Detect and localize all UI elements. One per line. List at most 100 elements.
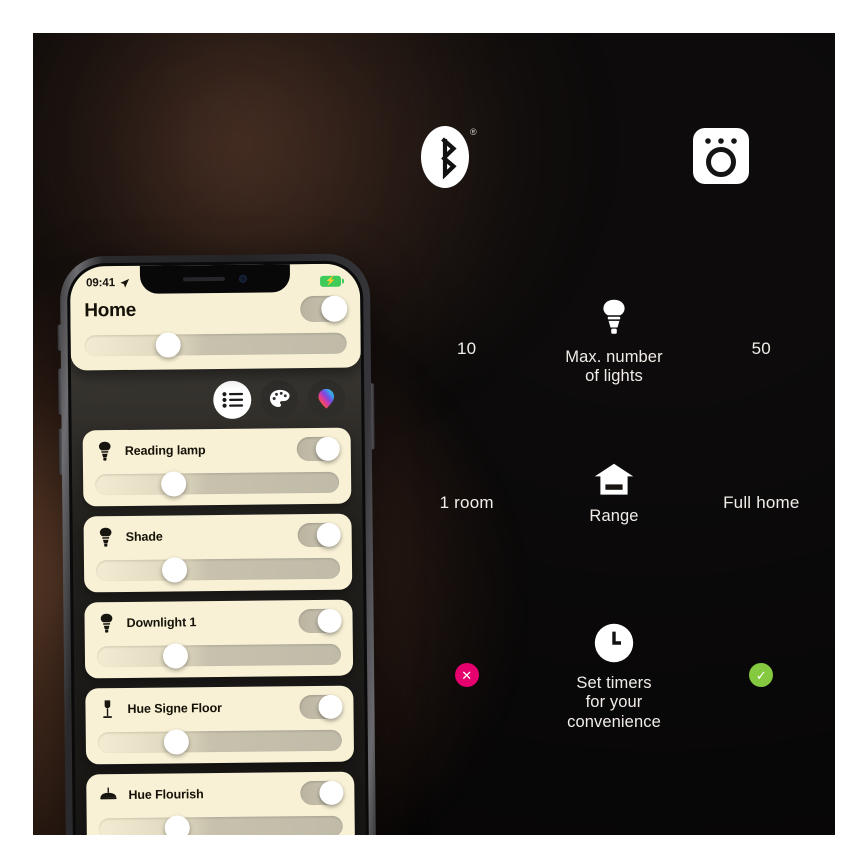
light-brightness-slider[interactable] [98,815,343,835]
cross-icon: ✕ [461,667,473,683]
home-brightness-slider[interactable] [84,332,347,358]
status-bar-time: 09:41 [85,277,116,290]
front-camera-icon [238,274,248,283]
list-item[interactable]: Reading lamp [82,427,352,507]
comparison-left-value-cell: 10 [393,299,540,359]
scene-stage: 09:41 ⚡ Home Reading lamp Shade Downligh… [33,33,835,835]
spot-bulb-icon [96,526,116,548]
toggle-knob [316,522,341,547]
list-item[interactable]: Hue Flourish [86,771,355,835]
light-toggle[interactable] [299,694,343,720]
bluetooth-icon [421,126,469,193]
hue-bridge-icon [693,128,749,189]
check-icon: ✓ [755,667,767,683]
bulb-icon [601,299,627,342]
range-label: Range [589,507,639,525]
clock-icon [594,623,634,668]
status-badge-check: ✓ [749,663,774,687]
comparison-row-range: 1 room Range Full home [393,463,835,526]
comparison-center-cell: Set timers for your convenience [540,623,687,732]
toggle-knob [318,694,343,719]
toggle-knob [315,436,340,461]
light-row-header: Downlight 1 [96,608,342,636]
toggle-knob [321,295,348,322]
comparison-row-max-lights: 10 Max. number of lights 50 [393,299,835,387]
list-item[interactable]: Shade [83,513,353,593]
light-name: Reading lamp [124,443,206,458]
comparison-center-cell: Range [540,463,687,526]
smartphone-mockup: 09:41 ⚡ Home Reading lamp Shade Downligh… [57,253,377,835]
slider-knob[interactable] [163,729,189,755]
status-badge-cross: ✕ [454,663,479,687]
list-icon [221,392,243,408]
light-brightness-slider[interactable] [95,471,340,497]
comparison-center-cell: Max. number of lights [540,299,687,387]
battery-cap [342,278,345,284]
max-lights-label-line1: Max. number [565,348,663,366]
slider-knob[interactable] [162,643,188,669]
range-right-value: Full home [723,493,800,512]
range-left-value: 1 room [439,493,494,512]
light-toggle[interactable] [296,436,340,462]
timers-label-line1: Set timers [576,674,652,692]
comparison-right-value-cell: ✓ [688,623,835,687]
toggle-knob [319,780,344,805]
home-master-toggle[interactable] [300,295,348,323]
toggle-knob [317,608,342,633]
battery-body: ⚡ [319,275,342,287]
light-name: Downlight 1 [126,615,197,630]
timers-label-line3: convenience [567,712,661,731]
comparison-right-value-cell: Full home [688,463,835,513]
phone-screen: 09:41 ⚡ Home Reading lamp Shade Downligh… [69,263,367,835]
color-picker-tab[interactable] [307,379,346,419]
phone-volume-down-button [58,428,63,475]
list-item[interactable]: Downlight 1 [84,599,354,679]
list-item[interactable]: Hue Signe Floor [85,685,355,765]
registered-trademark-mark: ® [470,127,477,137]
light-toggle[interactable] [297,522,341,548]
house-icon [594,463,634,501]
slider-knob[interactable] [161,557,188,583]
pendant-lamp-icon [98,784,118,806]
location-arrow-icon [120,278,129,288]
light-row-header: Hue Flourish [98,780,344,808]
battery-bolt-glyph: ⚡ [324,275,337,286]
timers-label-line2: for your [585,693,643,712]
spot-bulb-icon [96,612,116,634]
floor-lamp-icon [97,698,117,720]
spot-bulb-icon [95,440,115,462]
color-droplet-icon [318,388,335,409]
page-title: Home [84,299,137,322]
comparison-row-timers: ✕ Set timers for your convenience ✓ [393,623,835,732]
scenes-palette-tab[interactable] [260,380,299,419]
light-name: Hue Flourish [128,787,204,802]
comparison-panel: ® 10 Max. number of lights 50 1 room Ran… [393,33,835,835]
light-name: Shade [125,529,163,544]
max-lights-left-value: 10 [457,339,477,358]
slider-knob[interactable] [160,471,187,497]
light-brightness-slider[interactable] [95,557,341,583]
lights-list-tab[interactable] [213,380,252,420]
max-lights-right-value: 50 [751,339,771,358]
comparison-left-value-cell: 1 room [393,463,540,513]
palette-icon [269,389,290,407]
light-toggle[interactable] [298,608,342,634]
slider-knob[interactable] [164,815,190,835]
home-title-row: Home [84,295,348,325]
light-brightness-slider[interactable] [96,643,342,669]
comparison-left-value-cell: ✕ [393,623,540,687]
phone-bezel: 09:41 ⚡ Home Reading lamp Shade Downligh… [66,260,370,835]
light-brightness-slider[interactable] [97,729,342,755]
light-row-header: Reading lamp [95,436,340,464]
phone-volume-up-button [57,368,62,415]
mode-tab-bar [71,367,362,430]
phone-mute-switch [57,324,61,351]
battery-charging-icon: ⚡ [319,275,345,287]
light-toggle[interactable] [300,780,344,806]
light-row-header: Hue Signe Floor [97,694,343,722]
earpiece-speaker-icon [182,276,226,282]
max-lights-label-line2: of lights [585,367,643,386]
slider-knob[interactable] [155,332,181,358]
phone-notch [139,264,291,294]
lights-list: Reading lamp Shade Downlight 1 Hue Signe… [72,427,366,835]
